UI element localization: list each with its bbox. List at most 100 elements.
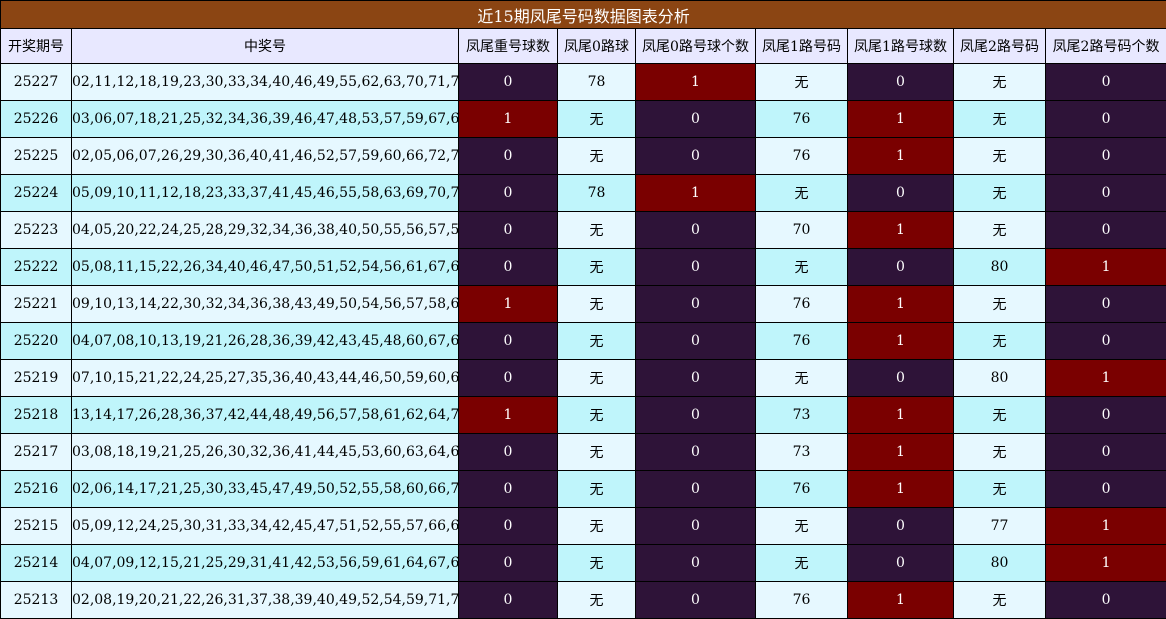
issue-cell: 25222 (1, 249, 72, 286)
table-row: 2521813,14,17,26,28,36,37,42,44,48,49,56… (1, 397, 1166, 434)
table-row: 2521404,07,09,12,15,21,25,29,31,41,42,53… (1, 545, 1166, 582)
repeat-count-cell: 0 (459, 434, 558, 471)
table-row: 2522109,10,13,14,22,30,32,34,36,38,43,49… (1, 286, 1166, 323)
table-row: 2521703,08,18,19,21,25,26,30,32,36,41,44… (1, 434, 1166, 471)
route2-count-cell: 1 (1046, 360, 1166, 397)
route0-count-cell: 0 (636, 582, 756, 619)
table-row: 2521302,08,19,20,21,22,26,31,37,38,39,40… (1, 582, 1166, 619)
header-cell: 开奖期号 (1, 29, 72, 64)
route0-number-cell: 无 (558, 101, 636, 138)
route1-count-cell: 1 (848, 434, 954, 471)
route1-count-cell: 0 (848, 64, 954, 101)
route2-count-cell: 0 (1046, 101, 1166, 138)
route0-count-cell: 0 (636, 471, 756, 508)
route0-count-cell: 0 (636, 101, 756, 138)
issue-cell: 25215 (1, 508, 72, 545)
route0-count-cell: 0 (636, 323, 756, 360)
route0-count-cell: 0 (636, 508, 756, 545)
route2-count-cell: 0 (1046, 471, 1166, 508)
repeat-count-cell: 0 (459, 323, 558, 360)
repeat-count-cell: 1 (459, 286, 558, 323)
route1-count-cell: 0 (848, 249, 954, 286)
route2-count-cell: 0 (1046, 212, 1166, 249)
numbers-cell: 05,09,12,24,25,30,31,33,34,42,45,47,51,5… (72, 508, 459, 545)
route1-count-cell: 1 (848, 212, 954, 249)
route2-number-cell: 无 (954, 212, 1046, 249)
route1-number-cell: 无 (756, 508, 848, 545)
route1-number-cell: 76 (756, 138, 848, 175)
table-row: 2522405,09,10,11,12,18,23,33,37,41,45,46… (1, 175, 1166, 212)
route1-number-cell: 76 (756, 323, 848, 360)
route0-number-cell: 无 (558, 286, 636, 323)
repeat-count-cell: 0 (459, 138, 558, 175)
issue-cell: 25225 (1, 138, 72, 175)
route2-number-cell: 无 (954, 286, 1046, 323)
numbers-cell: 09,10,13,14,22,30,32,34,36,38,43,49,50,5… (72, 286, 459, 323)
numbers-cell: 04,07,09,12,15,21,25,29,31,41,42,53,56,5… (72, 545, 459, 582)
issue-cell: 25221 (1, 286, 72, 323)
route1-number-cell: 无 (756, 360, 848, 397)
table-row: 2522702,11,12,18,19,23,30,33,34,40,46,49… (1, 64, 1166, 101)
route2-count-cell: 0 (1046, 286, 1166, 323)
numbers-cell: 02,05,06,07,26,29,30,36,40,41,46,52,57,5… (72, 138, 459, 175)
route0-count-cell: 0 (636, 434, 756, 471)
issue-cell: 25216 (1, 471, 72, 508)
header-cell: 凤尾0路球 (558, 29, 636, 64)
route0-number-cell: 78 (558, 64, 636, 101)
header-cell: 凤尾2路号码个数 (1046, 29, 1166, 64)
numbers-cell: 02,06,14,17,21,25,30,33,45,47,49,50,52,5… (72, 471, 459, 508)
table-row: 2522004,07,08,10,13,19,21,26,28,36,39,42… (1, 323, 1166, 360)
route1-count-cell: 0 (848, 360, 954, 397)
issue-cell: 25227 (1, 64, 72, 101)
route2-number-cell: 无 (954, 434, 1046, 471)
route0-number-cell: 无 (558, 360, 636, 397)
numbers-cell: 04,05,20,22,24,25,28,29,32,34,36,38,40,5… (72, 212, 459, 249)
route2-number-cell: 无 (954, 64, 1046, 101)
table-row: 2522304,05,20,22,24,25,28,29,32,34,36,38… (1, 212, 1166, 249)
route1-count-cell: 1 (848, 582, 954, 619)
header-cell: 凤尾1路号码 (756, 29, 848, 64)
repeat-count-cell: 0 (459, 545, 558, 582)
repeat-count-cell: 0 (459, 508, 558, 545)
route2-number-cell: 无 (954, 397, 1046, 434)
route2-number-cell: 无 (954, 471, 1046, 508)
header-cell: 凤尾1路号球数 (848, 29, 954, 64)
route1-count-cell: 1 (848, 138, 954, 175)
route2-count-cell: 1 (1046, 508, 1166, 545)
route0-count-cell: 0 (636, 360, 756, 397)
numbers-cell: 03,06,07,18,21,25,32,34,36,39,46,47,48,5… (72, 101, 459, 138)
table-row: 2522603,06,07,18,21,25,32,34,36,39,46,47… (1, 101, 1166, 138)
route1-number-cell: 76 (756, 471, 848, 508)
route2-count-cell: 1 (1046, 249, 1166, 286)
route2-number-cell: 无 (954, 138, 1046, 175)
repeat-count-cell: 0 (459, 64, 558, 101)
route2-number-cell: 77 (954, 508, 1046, 545)
repeat-count-cell: 0 (459, 175, 558, 212)
issue-cell: 25218 (1, 397, 72, 434)
route1-number-cell: 无 (756, 175, 848, 212)
route2-count-cell: 0 (1046, 64, 1166, 101)
repeat-count-cell: 0 (459, 360, 558, 397)
route0-number-cell: 无 (558, 212, 636, 249)
issue-cell: 25213 (1, 582, 72, 619)
route2-count-cell: 1 (1046, 545, 1166, 582)
numbers-cell: 02,11,12,18,19,23,30,33,34,40,46,49,55,6… (72, 64, 459, 101)
table-body: 2522702,11,12,18,19,23,30,33,34,40,46,49… (1, 64, 1166, 619)
route2-number-cell: 80 (954, 360, 1046, 397)
route2-number-cell: 无 (954, 323, 1046, 360)
route0-count-cell: 0 (636, 286, 756, 323)
route2-count-cell: 0 (1046, 323, 1166, 360)
numbers-cell: 04,07,08,10,13,19,21,26,28,36,39,42,43,4… (72, 323, 459, 360)
table-row: 2521907,10,15,21,22,24,25,27,35,36,40,43… (1, 360, 1166, 397)
route0-number-cell: 无 (558, 508, 636, 545)
route1-count-cell: 1 (848, 101, 954, 138)
route0-number-cell: 无 (558, 582, 636, 619)
route1-number-cell: 76 (756, 582, 848, 619)
route1-number-cell: 无 (756, 64, 848, 101)
route1-number-cell: 73 (756, 434, 848, 471)
repeat-count-cell: 0 (459, 471, 558, 508)
numbers-cell: 03,08,18,19,21,25,26,30,32,36,41,44,45,5… (72, 434, 459, 471)
route0-number-cell: 无 (558, 545, 636, 582)
route0-number-cell: 无 (558, 138, 636, 175)
route2-count-cell: 0 (1046, 397, 1166, 434)
